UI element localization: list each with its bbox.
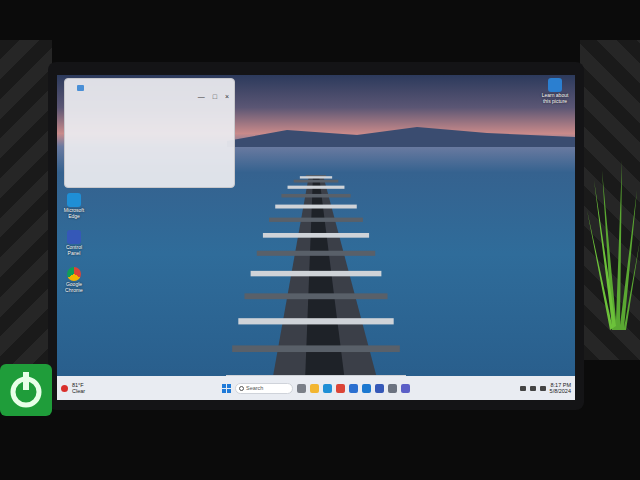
window-controls: — □ × — [65, 91, 234, 103]
search-placeholder: Search — [246, 384, 263, 392]
weather-widget[interactable]: 81°FClear — [61, 382, 222, 394]
clock-time: 8:17 PM — [550, 382, 571, 388]
search-box[interactable]: Search — [235, 383, 293, 394]
desktop-icon-label: Control Panel — [59, 245, 89, 257]
picture-icon — [548, 78, 562, 92]
weather-condition: Clear — [72, 388, 85, 394]
weather-icon — [61, 385, 68, 392]
edge-icon[interactable] — [323, 384, 332, 393]
window-control-button[interactable]: — — [198, 93, 205, 101]
app-icon — [77, 85, 84, 91]
weather-text: 81°FClear — [72, 382, 85, 394]
desktop-icon-label: Microsoft Edge — [59, 208, 89, 220]
app-icon[interactable] — [375, 384, 384, 393]
control-panel-icon — [67, 230, 81, 244]
plant-icon — [582, 150, 640, 330]
system-tray: 8:17 PM5/8/2024 — [410, 382, 571, 394]
taskbar: 81°FClear Search 8:17 PM5/8/2024 — [57, 376, 575, 400]
weather-temp: 81°F — [72, 382, 85, 388]
app-window[interactable]: — □ × — [64, 78, 235, 188]
power-logo-icon — [0, 364, 52, 416]
taskbar-apps: Search — [222, 376, 410, 400]
foam-panel — [0, 40, 52, 370]
spotlight-label: Learn about this picture — [538, 93, 572, 105]
task-view-icon[interactable] — [297, 384, 306, 393]
desktop-icon-label: Google Chrome — [59, 282, 89, 294]
chrome-icon — [67, 267, 81, 281]
store-icon[interactable] — [349, 384, 358, 393]
clock-date: 5/8/2024 — [550, 388, 571, 394]
spotlight-shortcut[interactable]: Learn about this picture — [538, 78, 572, 105]
laptop-screen: — □ × Microsoft Edge Control Panel Google Chr… — [57, 75, 575, 400]
file-explorer-icon[interactable] — [310, 384, 319, 393]
foam-panel — [580, 40, 640, 360]
wifi-icon[interactable] — [520, 386, 526, 391]
desktop-icon[interactable]: Control Panel — [59, 230, 89, 257]
desktop-icon[interactable]: Google Chrome — [59, 267, 89, 294]
window-control-button[interactable]: □ — [213, 93, 217, 101]
volume-icon[interactable] — [530, 386, 536, 391]
clock[interactable]: 8:17 PM5/8/2024 — [550, 382, 571, 394]
window-control-button[interactable]: × — [225, 93, 229, 101]
chrome-icon[interactable] — [336, 384, 345, 393]
settings-icon[interactable] — [388, 384, 397, 393]
desktop-icon[interactable]: Microsoft Edge — [59, 193, 89, 220]
teams-icon[interactable] — [401, 384, 410, 393]
battery-icon[interactable] — [540, 386, 546, 391]
photo-scene: — □ × Microsoft Edge Control Panel Google Chr… — [0, 0, 640, 480]
mail-icon[interactable] — [362, 384, 371, 393]
windows-start-icon[interactable] — [222, 376, 231, 400]
edge-icon — [67, 193, 81, 207]
search-icon — [239, 386, 244, 391]
